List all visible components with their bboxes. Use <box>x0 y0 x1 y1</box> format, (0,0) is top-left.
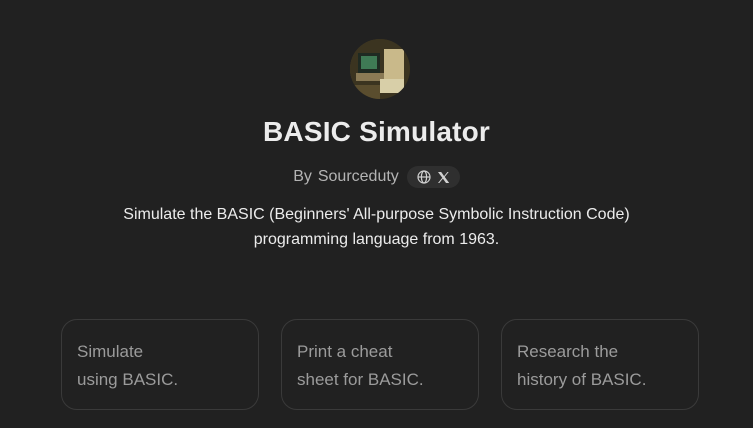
suggestion-text: Research the <box>517 342 619 361</box>
suggestion-text: sheet for BASIC. <box>297 370 424 389</box>
gpt-title: BASIC Simulator <box>262 116 491 147</box>
suggestion-text: using BASIC. <box>77 370 179 389</box>
suggestion-text: Simulate <box>77 342 144 361</box>
gpt-avatar <box>350 39 410 99</box>
suggestion-card-cheat-sheet[interactable]: Print a cheat sheet for BASIC. <box>281 319 479 410</box>
author-name: Sourceduty <box>317 168 399 185</box>
author-prefix: By <box>293 168 312 185</box>
globe-icon[interactable] <box>417 170 431 184</box>
suggestion-text: history of BASIC. <box>517 370 647 389</box>
description-line: programming language from 1963. <box>253 231 500 248</box>
suggestion-card-history[interactable]: Research the history of BASIC. <box>501 319 699 410</box>
gpt-description: Simulate the BASIC (Beginners' All-purpo… <box>90 202 663 252</box>
description-line: Simulate the BASIC (Beginners' All-purpo… <box>123 206 630 223</box>
suggestion-text: Print a cheat <box>297 342 393 361</box>
gpt-landing: BASIC Simulator By Sourceduty Simulate t… <box>0 0 753 428</box>
suggestion-card-simulate[interactable]: Simulate using BASIC. <box>61 319 259 410</box>
author-byline: By Sourceduty <box>0 166 753 188</box>
x-logo-icon[interactable] <box>437 171 450 184</box>
social-links <box>406 166 460 188</box>
